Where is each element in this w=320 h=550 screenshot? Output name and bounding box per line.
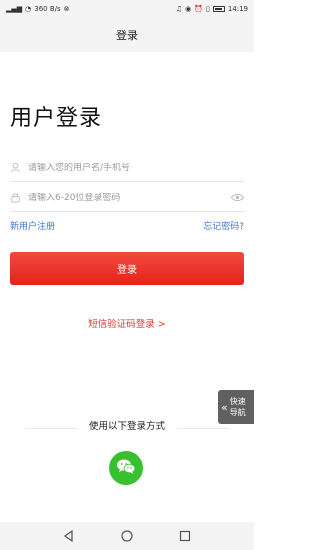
- circle-home-icon[interactable]: [121, 527, 133, 546]
- signal-icon: ▂▄▆: [6, 4, 23, 13]
- nav-title: 登录: [116, 29, 138, 42]
- double-chevron-left-icon: «: [221, 400, 228, 414]
- battery-icon: [212, 6, 225, 12]
- wechat-icon: [116, 458, 136, 479]
- alarm-icon: ⏰: [194, 4, 203, 13]
- login-button[interactable]: 登录: [10, 252, 244, 285]
- status-right: ♫ ◉ ⏰ ▯ 14:19: [175, 4, 248, 13]
- headset-icon: ♫: [175, 4, 183, 13]
- clock-time: 14:19: [227, 4, 248, 13]
- username-input[interactable]: [26, 162, 244, 173]
- user-icon: [10, 162, 26, 173]
- triangle-back-icon[interactable]: [63, 527, 75, 546]
- password-field-row: [10, 184, 244, 212]
- eye-icon[interactable]: [231, 193, 244, 202]
- page-title: 用户登录: [10, 106, 103, 131]
- quick-nav-label: 快速 导航: [230, 396, 246, 418]
- quick-nav-line1: 快速: [229, 397, 246, 406]
- status-left: ▂▄▆ ◔ 360 B/s ⊗: [6, 4, 70, 13]
- status-bar: ▂▄▆ ◔ 360 B/s ⊗ ♫ ◉ ⏰ ▯ 14:19: [0, 0, 254, 18]
- network-speed: 360 B/s: [34, 4, 61, 13]
- square-recent-icon[interactable]: [179, 527, 191, 546]
- forgot-password-link[interactable]: 忘记密码?: [203, 219, 244, 232]
- wifi-icon: ◔: [25, 4, 32, 13]
- system-navigation-bar: [0, 522, 254, 550]
- lock-icon: [10, 192, 26, 203]
- navigation-bar: 登录: [0, 18, 254, 52]
- quick-nav-line2: 导航: [229, 408, 246, 417]
- register-link[interactable]: 新用户注册: [10, 219, 55, 232]
- eye-status-icon: ◉: [185, 4, 192, 13]
- wechat-login-button[interactable]: [109, 451, 143, 485]
- other-login-label: 使用以下登录方式: [88, 421, 165, 432]
- vibrate-icon: ▯: [205, 4, 210, 13]
- close-circle-icon: ⊗: [63, 4, 70, 13]
- sms-login-link[interactable]: 短信验证码登录 >: [0, 316, 254, 330]
- password-input[interactable]: [26, 192, 231, 203]
- account-links: 新用户注册 忘记密码?: [10, 219, 244, 232]
- username-field-row: [10, 154, 244, 182]
